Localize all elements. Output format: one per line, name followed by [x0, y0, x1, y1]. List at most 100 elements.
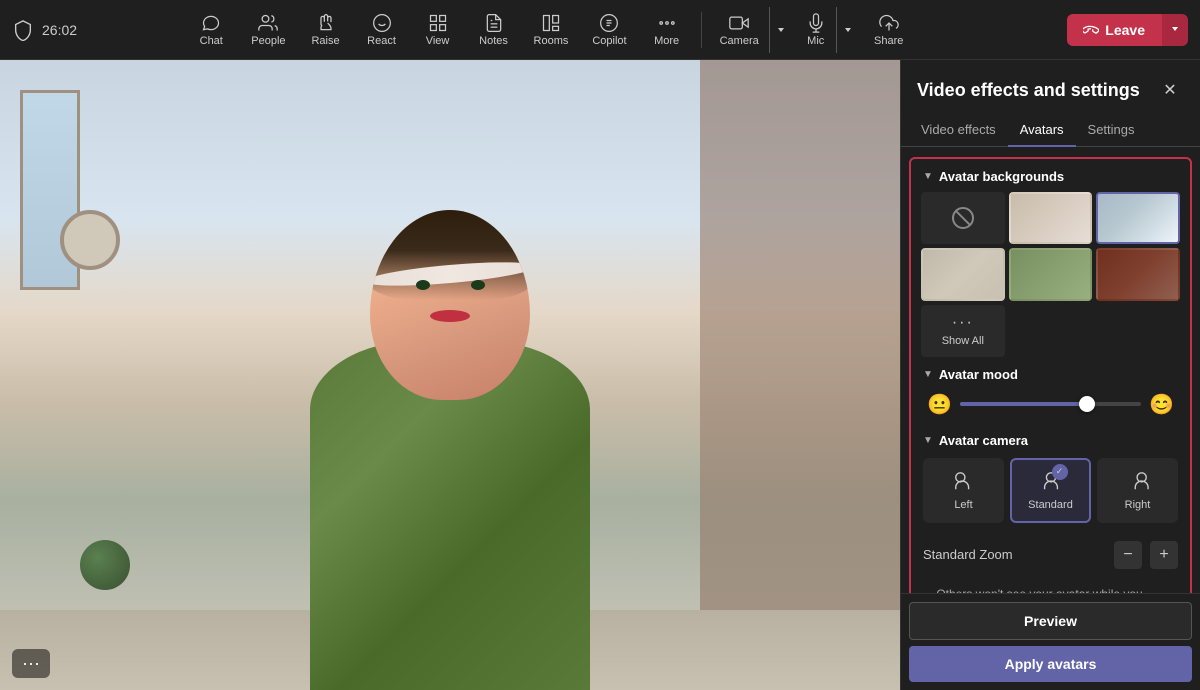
nav-react[interactable]: React	[356, 7, 408, 53]
bg-room-2[interactable]	[1096, 192, 1180, 244]
avatar-eyes	[370, 280, 530, 290]
camera-left-inner	[953, 470, 975, 495]
mood-slider-thumb	[1079, 396, 1095, 412]
timer: 26:02	[42, 22, 77, 38]
mic-chevron-icon	[843, 25, 853, 35]
backgrounds-chevron-icon: ▼	[923, 171, 933, 182]
people-label: People	[251, 35, 285, 47]
nav-more[interactable]: More	[641, 7, 693, 53]
mood-slider-fill	[960, 402, 1087, 406]
camera-section-chevron-icon: ▼	[923, 435, 933, 446]
show-all-label: Show All	[942, 335, 984, 347]
raise-label: Raise	[311, 35, 339, 47]
more-icon	[657, 13, 677, 33]
backgrounds-title: Avatar backgrounds	[939, 169, 1064, 184]
nav-rooms[interactable]: Rooms	[524, 7, 579, 53]
camera-group: Camera	[710, 7, 792, 53]
zoom-decrease-button[interactable]: −	[1114, 541, 1142, 569]
avatar-eye-left	[416, 280, 430, 290]
camera-standard-inner: ✓	[1040, 470, 1062, 495]
share-label: Share	[874, 35, 903, 47]
zoom-label: Standard Zoom	[923, 547, 1013, 562]
leave-chevron-icon	[1170, 24, 1180, 34]
show-all-dots-icon: ···	[952, 314, 974, 332]
zoom-controls: − +	[1114, 541, 1178, 569]
video-more-button[interactable]: ···	[12, 649, 50, 678]
avatar-backgrounds-header[interactable]: ▼ Avatar backgrounds	[911, 159, 1190, 192]
side-panel: Video effects and settings ✕ Video effec…	[900, 60, 1200, 690]
panel-content: ▼ Avatar backgrounds	[901, 147, 1200, 593]
notes-label: Notes	[479, 35, 508, 47]
rooms-label: Rooms	[534, 35, 569, 47]
nav-raise[interactable]: Raise	[300, 7, 352, 53]
avatar-lips	[430, 310, 470, 322]
copilot-label: Copilot	[592, 35, 626, 47]
nav-chat[interactable]: Chat	[185, 7, 237, 53]
camera-options: Left ✓ Standard	[923, 458, 1178, 523]
backgrounds-grid: ··· Show All	[911, 192, 1190, 357]
leave-button[interactable]: Leave	[1067, 14, 1161, 46]
camera-icon	[729, 13, 749, 33]
mood-header[interactable]: ▼ Avatar mood	[923, 367, 1178, 382]
phone-icon	[1083, 22, 1099, 38]
camera-arrow[interactable]	[770, 7, 792, 53]
avatar-face	[370, 280, 530, 380]
camera-right-icon	[1127, 470, 1149, 492]
mood-chevron-icon: ▼	[923, 369, 933, 380]
mood-sad-icon: 😐	[927, 392, 952, 417]
camera-right-option[interactable]: Right	[1097, 458, 1178, 523]
topbar-right: Leave	[988, 14, 1188, 46]
info-row: ℹ Others won't see your avatar while you…	[911, 579, 1190, 593]
notes-icon	[484, 13, 504, 33]
mood-slider-row: 😐 😊	[923, 392, 1178, 417]
mood-title: Avatar mood	[939, 367, 1018, 382]
raise-icon	[316, 13, 336, 33]
copilot-icon	[599, 13, 619, 33]
camera-left-option[interactable]: Left	[923, 458, 1004, 523]
mic-arrow[interactable]	[837, 7, 859, 53]
nav-people[interactable]: People	[241, 7, 295, 53]
scene-mirror	[60, 210, 120, 270]
leave-chevron-button[interactable]	[1161, 14, 1188, 46]
panel-tabs: Video effects Avatars Settings	[901, 114, 1200, 147]
mood-slider[interactable]	[960, 402, 1141, 406]
bg-room-5[interactable]	[1096, 248, 1180, 300]
nav-copilot[interactable]: Copilot	[582, 7, 636, 53]
zoom-increase-button[interactable]: +	[1150, 541, 1178, 569]
view-label: View	[426, 35, 450, 47]
none-icon	[951, 206, 975, 230]
nav-share[interactable]: Share	[863, 7, 915, 53]
camera-section-header[interactable]: ▼ Avatar camera	[923, 433, 1178, 448]
bg-none[interactable]	[921, 192, 1005, 244]
nav-view[interactable]: View	[412, 7, 464, 53]
camera-left-icon	[953, 470, 975, 492]
camera-left-label: Left	[954, 499, 972, 511]
nav-notes[interactable]: Notes	[468, 7, 520, 53]
camera-button[interactable]: Camera	[710, 7, 770, 53]
tab-video-effects[interactable]: Video effects	[909, 114, 1008, 147]
chat-label: Chat	[200, 35, 223, 47]
bg-room-4[interactable]	[1009, 248, 1093, 300]
tab-settings[interactable]: Settings	[1076, 114, 1147, 147]
camera-section: ▼ Avatar camera Left	[911, 425, 1190, 531]
bg-room-1[interactable]	[1009, 192, 1093, 244]
bg-room-3[interactable]	[921, 248, 1005, 300]
panel-header: Video effects and settings ✕	[901, 60, 1200, 104]
zoom-row: Standard Zoom − +	[911, 531, 1190, 579]
camera-standard-option[interactable]: ✓ Standard	[1010, 458, 1091, 523]
standard-check-icon: ✓	[1052, 464, 1068, 480]
bg-show-all[interactable]: ··· Show All	[921, 305, 1005, 357]
camera-right-inner	[1127, 470, 1149, 495]
tab-avatars[interactable]: Avatars	[1008, 114, 1076, 147]
mic-group: Mic	[796, 7, 859, 53]
mic-button[interactable]: Mic	[796, 7, 837, 53]
preview-button[interactable]: Preview	[909, 602, 1192, 640]
topbar: 26:02 Chat People Raise	[0, 0, 1200, 60]
apply-avatars-button[interactable]: Apply avatars	[909, 646, 1192, 682]
main-area: ··· Video effects and settings ✕ Video e…	[0, 60, 1200, 690]
scene-wood-panel	[700, 60, 900, 690]
camera-standard-label: Standard	[1028, 499, 1073, 511]
camera-section-title: Avatar camera	[939, 433, 1028, 448]
close-panel-button[interactable]: ✕	[1156, 76, 1184, 104]
chat-icon	[201, 13, 221, 33]
